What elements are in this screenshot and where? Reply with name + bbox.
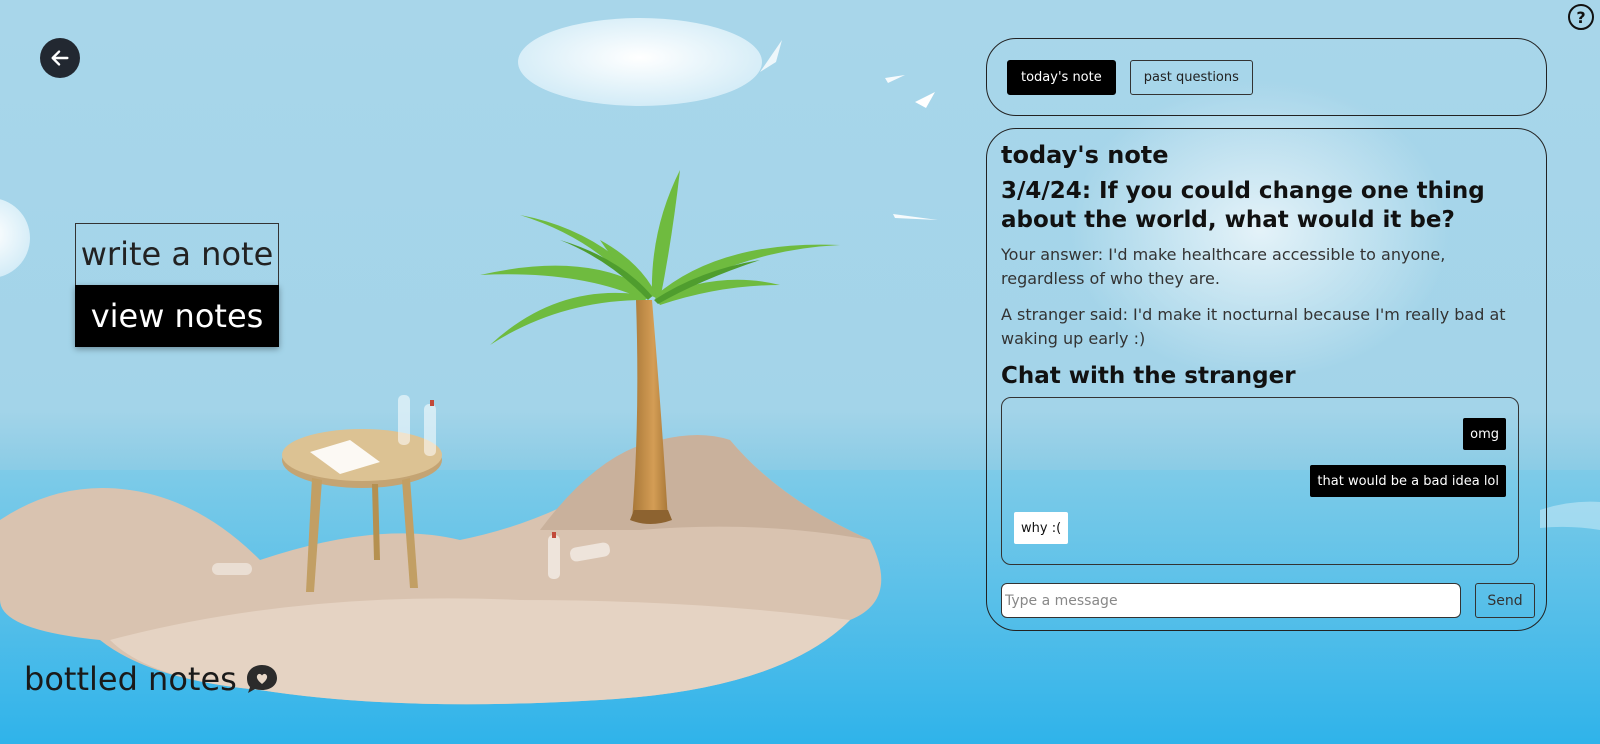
write-note-button[interactable]: write a note <box>75 223 279 285</box>
chat-message-sent: that would be a bad idea lol <box>1310 465 1506 497</box>
chat-compose: Send <box>1001 583 1535 618</box>
back-button[interactable] <box>40 38 80 78</box>
send-button[interactable]: Send <box>1475 583 1535 618</box>
tab-todays-note[interactable]: today's note <box>1007 59 1116 95</box>
your-answer: Your answer: I'd make healthcare accessi… <box>1001 245 1446 288</box>
main-menu: write a note view notes <box>75 223 279 347</box>
chat-log[interactable]: omg that would be a bad idea lol why :( <box>1001 397 1519 565</box>
stranger-answer: A stranger said: I'd make it nocturnal b… <box>1001 305 1506 348</box>
brand-name: bottled notes <box>24 660 237 698</box>
tabs-panel: today's note past questions <box>986 38 1547 116</box>
chat-heading: Chat with the stranger <box>1001 363 1296 389</box>
tab-past-questions[interactable]: past questions <box>1129 59 1253 95</box>
brand: bottled notes <box>24 660 279 698</box>
help-button[interactable]: ? <box>1568 4 1594 30</box>
chat-message-sent: omg <box>1463 418 1506 450</box>
note-panel: today's note 3/4/24: If you could change… <box>986 128 1547 631</box>
question-heading: 3/4/24: If you could change one thing ab… <box>1001 178 1485 233</box>
view-notes-button[interactable]: view notes <box>75 285 279 347</box>
message-input[interactable] <box>1001 583 1461 618</box>
note-heading: today's note <box>1001 141 1169 169</box>
chat-message-received: why :( <box>1014 512 1069 544</box>
heart-speech-bubble-icon <box>246 665 277 693</box>
arrow-left-icon <box>51 50 69 66</box>
